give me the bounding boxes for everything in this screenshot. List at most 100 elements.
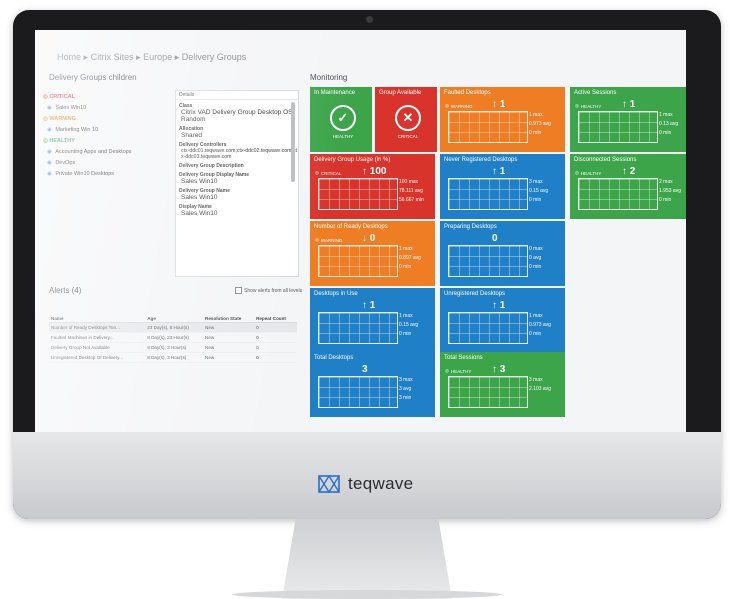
alert-row[interactable]: Faulted Machines in Delivery... 8 Day(s),… (49, 332, 297, 343)
delivery-group-icon: ◉ (47, 149, 54, 155)
monitoring-tile[interactable]: Desktops in Use ↑ 1 1 max 0.15 avg 0 min (310, 288, 435, 353)
tree-item-label: Private Win10 Desktops (55, 171, 115, 177)
tile-state-label: CRITICAL (320, 170, 342, 176)
checkbox[interactable] (235, 287, 242, 294)
alert-cell: 8 Day(s), 3 Hour(s) (145, 342, 204, 353)
tree-item[interactable]: ◉ Private Win10 Desktops (43, 169, 171, 180)
tile-stat: 3 max (529, 179, 543, 185)
monitoring-tile[interactable]: Disconnected Sessions ◎ HEALTHY ↑ 2 2 max 1.9… (570, 154, 686, 219)
tile-stat: 0 min (529, 197, 542, 203)
monitoring-tile[interactable]: Preparing Desktops 0 0 max 0 avg 0 min (440, 221, 565, 286)
breadcrumb-separator: ▸ (174, 52, 180, 62)
tile-count: 3 (362, 364, 368, 375)
monitoring-tile[interactable]: Number of Ready Desktops ◎ WARNING ↓ 0 1 max… (310, 221, 435, 286)
monitoring-tile[interactable]: Faulted Desktops ◎ WARNING ↑ 1 1 max 0.973 av… (440, 87, 565, 152)
tile-title: Total Sessions (444, 355, 483, 361)
check-circle-icon: ✓ (330, 105, 356, 131)
tile-count: ↓ 0 (362, 233, 375, 244)
tile-count-value: 3 (499, 364, 506, 375)
tile-stat: 0.973 avg (529, 322, 551, 328)
tile-stat: 3 max (529, 377, 543, 383)
tile-stats: 3 max 3 avg 3 min (399, 376, 413, 403)
tile-title: Number of Ready Desktops (314, 224, 388, 230)
details-field-value: Shared (181, 132, 202, 139)
tile-count-value: 1 (629, 99, 636, 110)
brand-name: teqwave (348, 474, 414, 493)
show-all-alerts-toggle[interactable]: Show alerts from all levels (235, 287, 302, 294)
breadcrumb-separator: ▸ (136, 52, 141, 62)
breadcrumb-home[interactable]: Home (57, 52, 81, 62)
details-scrollbar[interactable] (291, 102, 295, 182)
tile-title: Unregistered Desktops (444, 291, 506, 297)
tile-count: 0 (492, 233, 498, 244)
breadcrumb-europe[interactable]: Europe (143, 52, 172, 62)
monitoring-tile[interactable]: Group Available ✕ CRITICAL (375, 87, 437, 152)
tile-stats: 2 max 1.953 avg 0 min (659, 178, 681, 205)
tile-stat: 0 max (529, 246, 543, 252)
tile-stat: 0 min (529, 331, 542, 337)
alert-cell: Number of Ready Desktops Too... (49, 322, 146, 333)
trend-arrow-icon: ↑ (492, 99, 497, 110)
tile-status-label: CRITICAL (397, 134, 419, 139)
alert-row[interactable]: Unregistered Desktop Of Delivery... 8 Day… (49, 352, 297, 363)
delivery-group-icon: ◉ (47, 160, 54, 166)
tile-stats: 1 max 0.15 avg 0 min (399, 312, 418, 339)
tree-status-group[interactable]: ◎ WARNING (43, 114, 171, 125)
monitoring-tile[interactable]: In Maintenance ✓ HEALTHY (310, 87, 372, 152)
tile-stat: 78.111 avg (399, 188, 424, 194)
monitoring-tile[interactable]: Total Desktops 3 3 max 3 avg 3 min (310, 352, 435, 417)
tile-title: Desktops in Use (314, 291, 358, 297)
monitoring-tile[interactable]: Total Sessions ◎ HEALTHY ↑ 3 3 max 2.103 avg (440, 352, 565, 417)
monitoring-tile[interactable]: Delivery Group Usage (in %) ◎ CRITICAL ↑ 10… (310, 154, 435, 219)
trend-arrow-icon: ↑ (492, 300, 497, 311)
tree-item[interactable]: ◉ DevOps (43, 158, 171, 169)
alert-cell: New (203, 332, 255, 343)
state-icon: ◎ (315, 237, 319, 242)
tile-count-value: 1 (499, 300, 506, 311)
tile-state: ◎ HEALTHY (575, 170, 601, 176)
breadcrumb-delivery-groups[interactable]: Delivery Groups (182, 52, 247, 62)
alerts-column-header[interactable]: Name (49, 315, 146, 323)
monitoring-tile[interactable]: Active Sessions ◎ HEALTHY ↑ 1 1 max 0.13 avg 0… (570, 87, 686, 152)
tree-item[interactable]: ◉ Accounting Apps and Desktops (43, 147, 171, 158)
screen: Home ▸ Citrix Sites ▸ Europe ▸ Delivery … (35, 30, 686, 432)
delivery-group-icon: ◉ (47, 127, 54, 133)
alert-row[interactable]: Delivery Group Not Available 8 Day(s), 3 … (49, 342, 297, 353)
tile-count-value: 0 (369, 233, 376, 244)
tile-stat: 0.897 avg (399, 255, 421, 261)
tile-graph (448, 312, 528, 344)
alerts-table: Name Age Resolution State Repeat Count Numb… (49, 315, 297, 363)
tile-stat: 2.103 avg (529, 386, 551, 392)
tile-stats: 0 max 0 avg 0 min (529, 245, 543, 272)
breadcrumb-citrix-sites[interactable]: Citrix Sites (91, 52, 134, 62)
trend-arrow-icon: ↑ (492, 166, 497, 177)
tree-item-label: Sales Win10 (55, 105, 87, 111)
tile-count-value: 100 (369, 166, 387, 177)
tile-stat: 0.15 avg (529, 188, 549, 194)
tile-stats: 3 max 2.103 avg (529, 376, 551, 394)
state-icon: ◎ (575, 170, 579, 175)
tree-item[interactable]: ◉ Sales Win10 (43, 103, 171, 114)
tile-graph (318, 178, 398, 210)
tile-state-label: HEALTHY (580, 103, 602, 109)
tile-count: ↑ 1 (492, 99, 505, 110)
tree-status-group[interactable]: ◎ HEALTHY (43, 136, 171, 147)
monitoring-tile[interactable]: Unregistered Desktops ↑ 1 1 max 0.973 avg 0 … (440, 288, 565, 353)
tree-item[interactable]: ◉ Marketing Win 10 (43, 125, 171, 136)
tree-status-group[interactable]: ◎ CRITICAL (43, 92, 171, 103)
state-icon: ◎ (315, 170, 319, 175)
tile-title: Total Desktops (314, 355, 354, 361)
tile-count-value: 2 (629, 166, 636, 177)
tile-stat: 1 max (659, 112, 673, 118)
alerts-column-header[interactable]: Resolution State (203, 315, 255, 323)
tile-title: Active Sessions (574, 90, 617, 96)
alert-cell: New (203, 322, 255, 333)
details-panel: Details Class Citrix VAD Delivery Group D… (175, 90, 299, 277)
alerts-column-header[interactable]: Age (145, 315, 204, 323)
alerts-column-header[interactable]: Repeat Count (254, 315, 297, 323)
tile-status-block: ✓ HEALTHY (322, 105, 364, 139)
alert-row[interactable]: Number of Ready Desktops Too... 23 Day(s)… (49, 322, 297, 333)
tile-title: Disconnected Sessions (574, 157, 637, 163)
tile-count-value: 1 (499, 166, 506, 177)
monitoring-tile[interactable]: Never Registered Desktops ↑ 1 3 max 0.15 av… (440, 154, 565, 219)
